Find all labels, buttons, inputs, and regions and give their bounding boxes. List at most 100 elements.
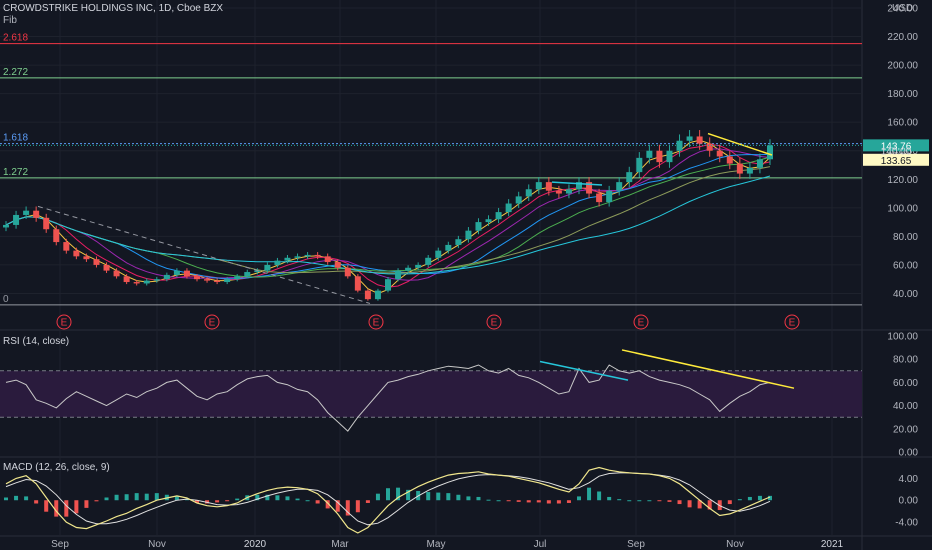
time-tick-label: May — [427, 539, 446, 550]
candle-body — [23, 210, 30, 215]
macd-histogram-bar — [285, 496, 290, 501]
candle-body — [545, 182, 552, 191]
fib-level-label: 2.272 — [3, 67, 28, 78]
macd-histogram-bar — [144, 493, 149, 501]
macd-histogram-bar — [727, 500, 732, 505]
macd-histogram-bar — [355, 500, 360, 513]
chart-canvas[interactable]: 2.6182.2721.6181.2720 240.00220.00200.00… — [0, 0, 932, 550]
earnings-marker-label: E — [491, 318, 498, 329]
earnings-marker-label: E — [61, 318, 68, 329]
macd-histogram-bar — [104, 497, 109, 501]
candle-body — [374, 290, 381, 300]
macd-histogram-bar — [526, 500, 531, 503]
candle-body — [264, 264, 271, 271]
rsi-tick-label: 80.00 — [893, 355, 918, 366]
candle-body — [726, 156, 733, 164]
candle-body — [485, 219, 492, 223]
price-tick-label: 200.00 — [887, 61, 918, 72]
macd-histogram-bar — [757, 495, 762, 501]
candle-body — [636, 157, 643, 173]
earnings-marker-label: E — [638, 318, 645, 329]
candle-body — [395, 270, 402, 280]
candle-body — [244, 272, 251, 277]
macd-histogram-bar — [466, 496, 471, 501]
price-tick-label: 180.00 — [887, 89, 918, 100]
candle-body — [495, 212, 502, 220]
macd-histogram-bar — [496, 500, 501, 502]
macd-histogram-bar — [456, 494, 461, 501]
macd-histogram-bar — [607, 496, 612, 501]
time-tick-label: Nov — [148, 539, 166, 550]
fib-label[interactable]: Fib — [3, 15, 17, 26]
candle-body — [143, 280, 150, 284]
candle-body — [53, 229, 60, 243]
macd-histogram-bar — [275, 495, 280, 501]
macd-histogram-bar — [617, 499, 622, 501]
candle-body — [133, 282, 140, 284]
candle-body — [3, 224, 9, 228]
candle-body — [284, 257, 291, 261]
candle-body — [385, 279, 391, 291]
macd-histogram-bar — [225, 500, 230, 502]
candle-body — [63, 242, 70, 251]
candle-body — [83, 256, 90, 260]
fib-level-label: 1.618 — [3, 133, 28, 144]
rsi-tick-label: 60.00 — [893, 378, 918, 389]
earnings-marker-label: E — [373, 318, 380, 329]
price-tick-label: 160.00 — [887, 118, 918, 129]
fib-level-label: 2.618 — [3, 33, 28, 44]
candle-body — [767, 145, 773, 160]
candle-body — [616, 182, 623, 191]
macd-histogram-bar — [546, 500, 551, 504]
macd-histogram-bar — [64, 500, 69, 517]
macd-histogram-bar — [597, 491, 602, 501]
price-tick-label: 40.00 — [893, 289, 918, 300]
macd-histogram-bar — [687, 500, 692, 508]
candle-body — [415, 264, 422, 268]
candle-body — [304, 254, 311, 257]
macd-histogram-bar — [386, 488, 390, 501]
symbol-title[interactable]: CROWDSTRIKE HOLDINGS INC, 1D, Cboe BZX — [3, 3, 223, 14]
macd-tick-label: 4.00 — [899, 474, 919, 485]
candle-body — [123, 276, 130, 283]
price-tick-label: 80.00 — [893, 232, 918, 243]
rsi-tick-label: 100.00 — [887, 332, 918, 343]
macd-histogram-bar — [647, 500, 652, 502]
chart-background — [0, 0, 932, 550]
candle-body — [13, 214, 20, 225]
macd-label[interactable]: MACD (12, 26, close, 9) — [3, 462, 110, 473]
macd-tick-label: 0.00 — [899, 496, 919, 507]
candle-body — [465, 230, 472, 240]
macd-histogram-bar — [426, 492, 431, 501]
macd-histogram-bar — [677, 500, 682, 505]
candle-body — [224, 279, 231, 283]
candle-body — [153, 279, 160, 281]
fib-level-label: 1.272 — [3, 167, 28, 178]
candle-body — [364, 290, 371, 300]
candle-body — [525, 189, 532, 197]
time-tick-label: 2020 — [244, 539, 267, 550]
macd-histogram-bar — [74, 500, 79, 514]
candle-body — [565, 189, 572, 194]
candle-body — [234, 276, 241, 280]
currency-label[interactable]: USD — [892, 3, 913, 14]
candle-body — [294, 256, 301, 258]
candle-body — [555, 190, 562, 194]
candle-body — [696, 136, 703, 144]
macd-histogram-bar — [365, 500, 370, 503]
macd-histogram-bar — [315, 500, 320, 504]
macd-histogram-bar — [587, 487, 592, 501]
macd-histogram-bar — [436, 492, 441, 501]
rsi-label[interactable]: RSI (14, close) — [3, 336, 69, 347]
macd-histogram-bar — [154, 493, 159, 501]
macd-histogram-bar — [577, 496, 581, 501]
earnings-marker-label: E — [209, 318, 216, 329]
macd-histogram-bar — [215, 500, 220, 503]
candle-body — [515, 196, 522, 204]
earnings-marker-label: E — [789, 318, 796, 329]
candle-body — [314, 254, 321, 257]
macd-histogram-bar — [627, 500, 632, 502]
macd-histogram-bar — [84, 500, 89, 508]
macd-tick-label: -4.00 — [895, 518, 918, 529]
macd-histogram-bar — [14, 495, 19, 501]
